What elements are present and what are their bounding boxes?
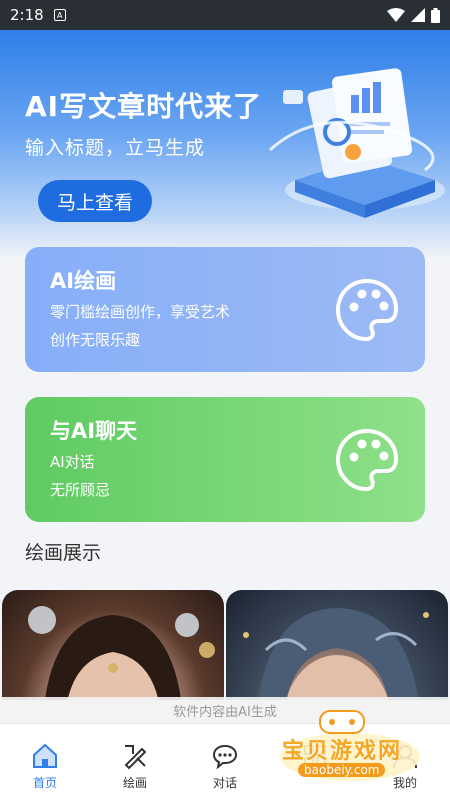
- ai-draw-card[interactable]: AI绘画 零门槛绘画创作，享受艺术 创作无限乐趣: [25, 247, 425, 372]
- hero-subtitle: 输入标题，立马生成: [25, 137, 206, 159]
- watermark-brand: 宝贝游戏网: [282, 739, 403, 764]
- paint-icon: [124, 745, 147, 770]
- palette-icon: [335, 428, 399, 492]
- chat-icon: [212, 744, 238, 770]
- tab-draw-label: 绘画: [122, 776, 147, 790]
- portrait-art: [28, 606, 215, 700]
- ai-draw-desc-line1: 零门槛绘画创作，享受艺术: [50, 303, 231, 321]
- gallery-section-title: 绘画展示: [25, 542, 102, 564]
- hero-title: AI写文章时代来了: [25, 90, 263, 123]
- ai-draw-title: AI绘画: [50, 269, 117, 293]
- gallery-image[interactable]: [226, 590, 448, 700]
- view-now-button[interactable]: 马上查看: [38, 180, 152, 222]
- ai-chat-desc-line1: AI对话: [50, 453, 95, 471]
- ai-draw-desc-line2: 创作无限乐趣: [50, 331, 141, 349]
- tab-chat-label: 对话: [212, 776, 237, 790]
- tab-chat[interactable]: 对话: [180, 724, 270, 800]
- tab-draw[interactable]: 绘画: [90, 724, 180, 800]
- tab-home-label: 首页: [32, 776, 57, 790]
- ai-chat-card[interactable]: 与AI聊天 AI对话 无所顾忌: [25, 397, 425, 522]
- home-icon: [33, 743, 57, 768]
- wifi-icon: [387, 8, 405, 22]
- portrait-art: [243, 608, 429, 700]
- ai-chat-title: 与AI聊天: [50, 419, 138, 443]
- hero-banner[interactable]: AI写文章时代来了 输入标题，立马生成 马上查看: [0, 30, 450, 260]
- site-watermark: 宝贝游戏网 baobeiy.com: [270, 705, 450, 785]
- notification-icon: A: [53, 9, 66, 21]
- ai-chat-desc-line2: 无所顾忌: [50, 481, 111, 499]
- document-illustration: [268, 68, 445, 218]
- watermark-url: baobeiy.com: [298, 763, 386, 777]
- status-time: 2:18: [10, 6, 44, 24]
- battery-icon: [431, 7, 440, 23]
- gallery-image[interactable]: [2, 590, 224, 700]
- tab-home[interactable]: 首页: [0, 724, 90, 800]
- palette-icon: [335, 278, 399, 342]
- status-bar: 2:18 A: [0, 0, 450, 30]
- signal-icon: [411, 8, 425, 22]
- gallery: [0, 590, 450, 700]
